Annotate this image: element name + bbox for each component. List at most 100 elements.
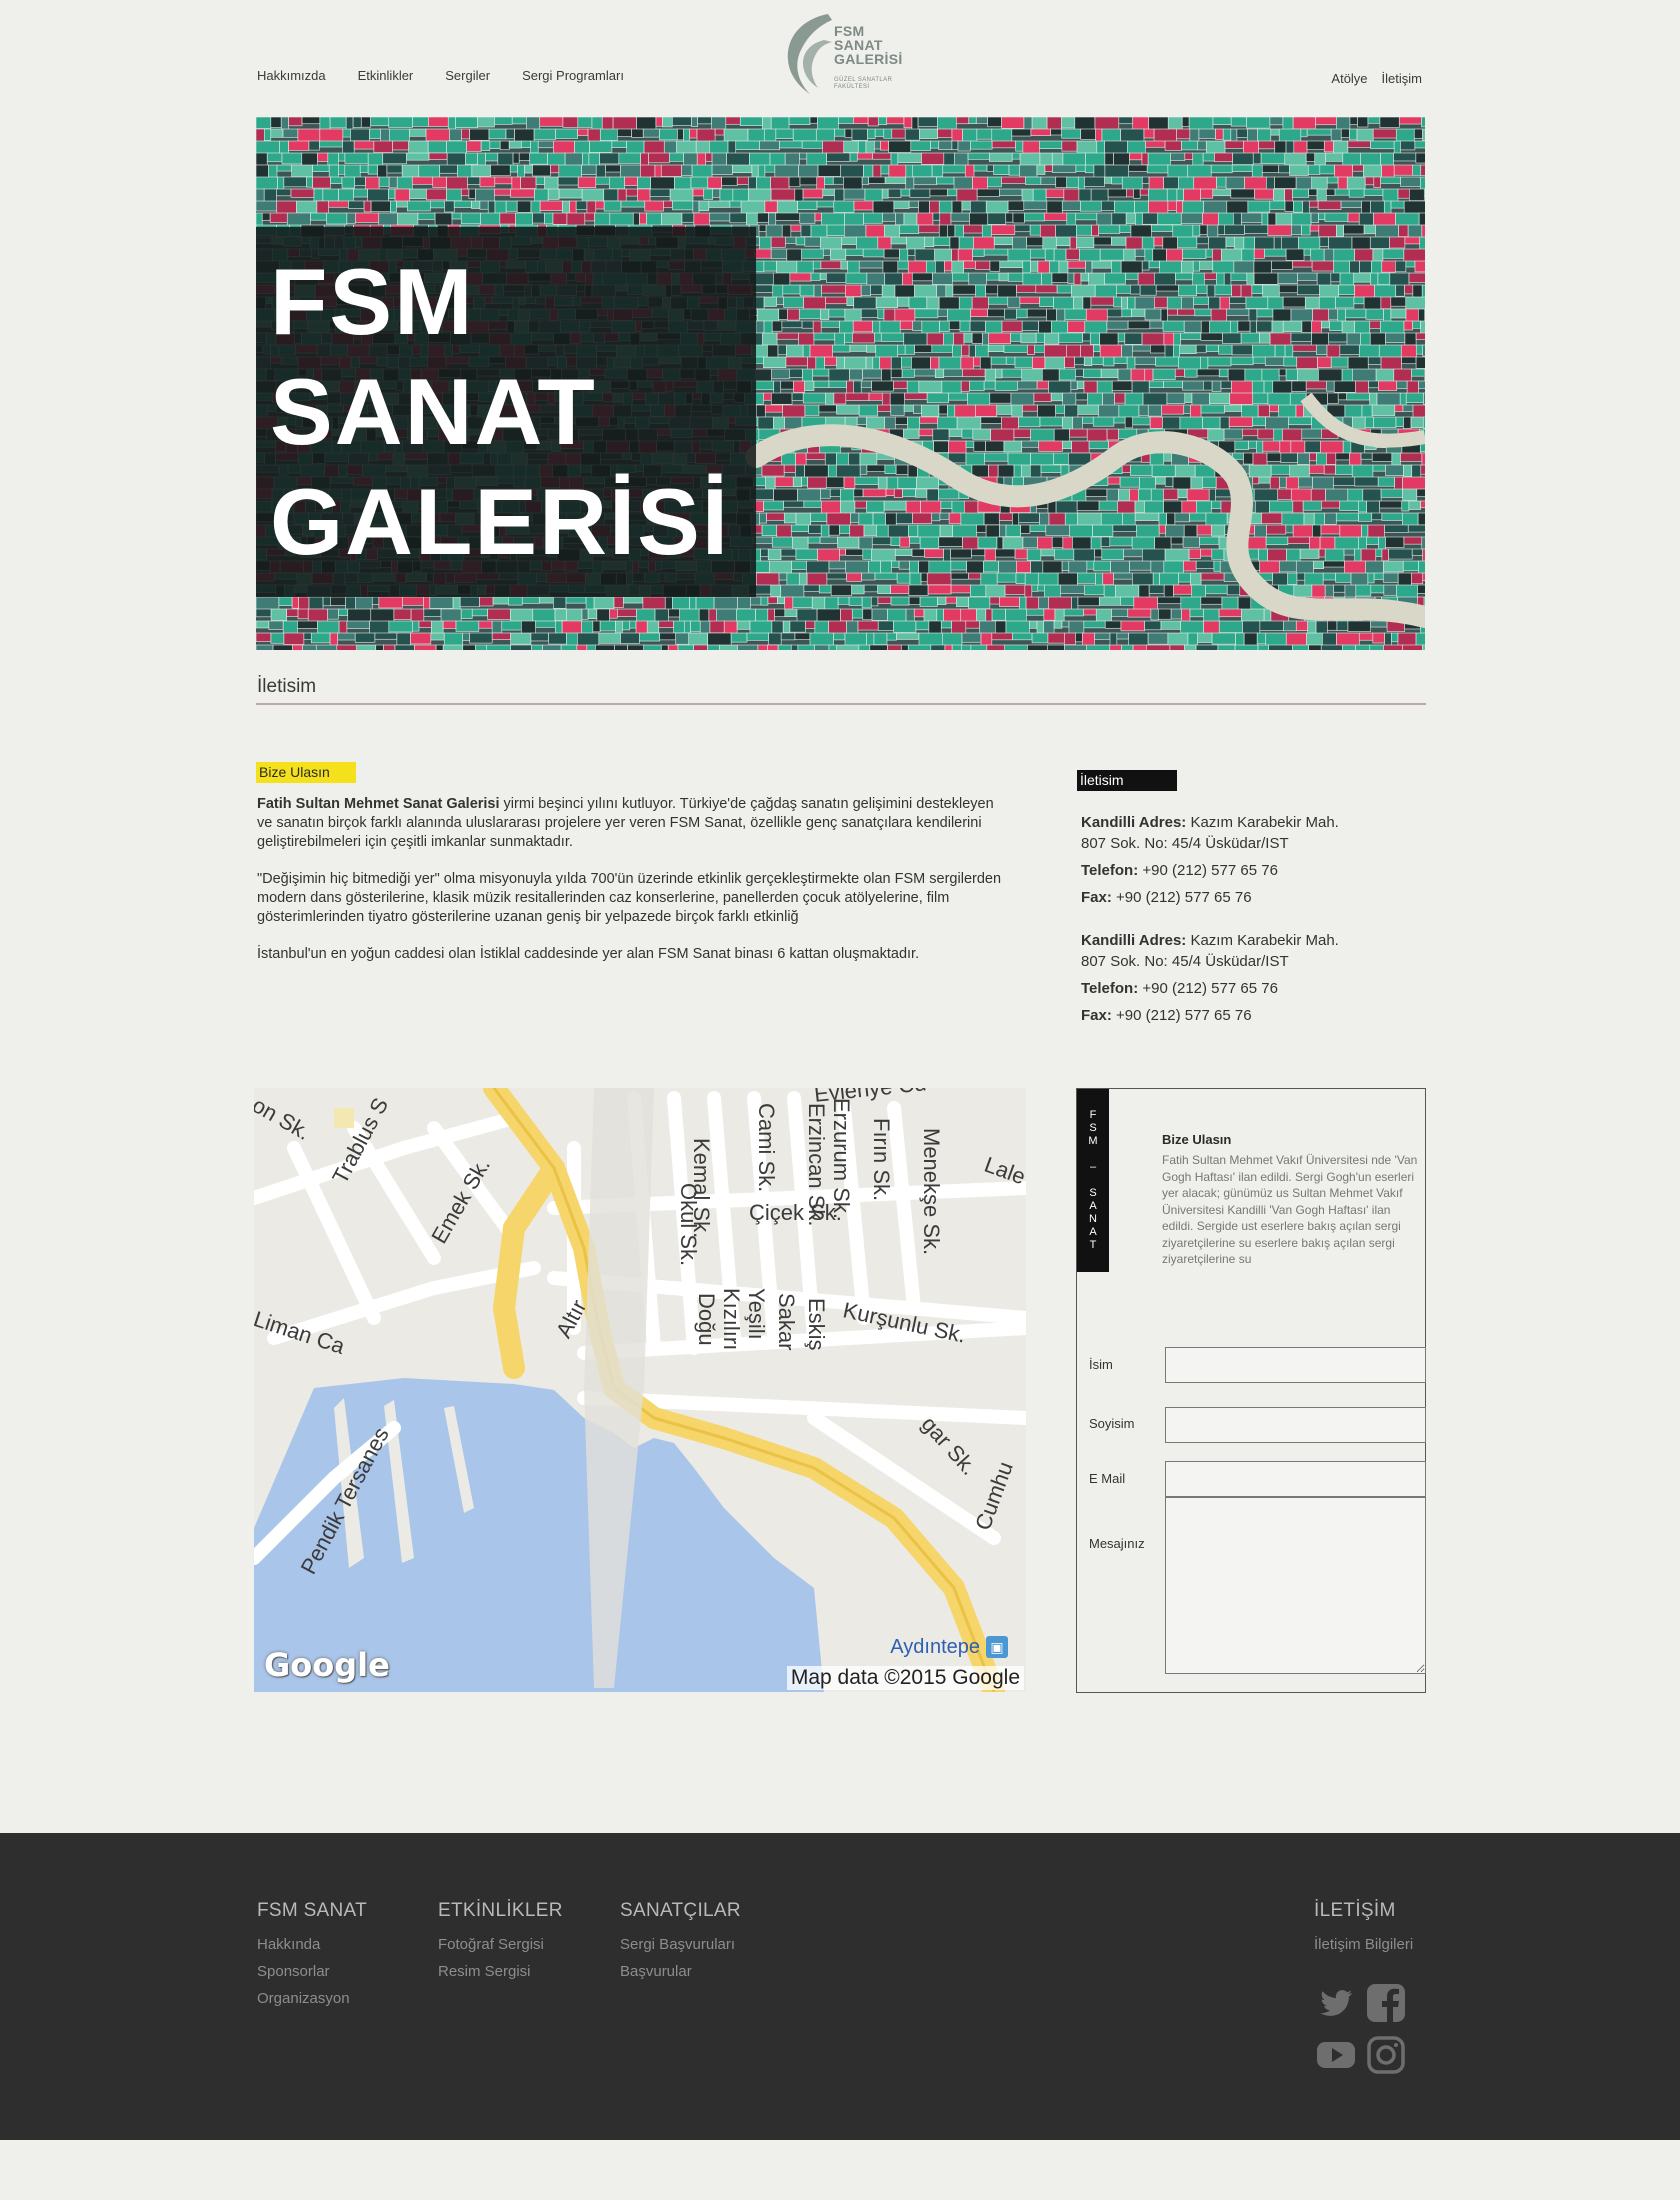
contact-address: Kandilli Adres: Kazım Karabekir Mah. 807 … xyxy=(1081,812,1401,854)
hero-title-line-2: SANAT xyxy=(270,359,597,464)
street-label: Eskiş xyxy=(804,1298,829,1351)
street-label: Menekşe Sk. xyxy=(919,1128,944,1256)
youtube-icon[interactable] xyxy=(1316,2035,1356,2075)
footer-link[interactable]: Resim Sergisi xyxy=(438,1963,563,1980)
street-label: Okul Sk. xyxy=(676,1183,701,1267)
footer-link[interactable]: Sergi Başvuruları xyxy=(620,1936,741,1953)
fax-value: +90 (212) 577 65 76 xyxy=(1111,889,1252,906)
nav-iletisim[interactable]: İletişim xyxy=(1382,71,1422,86)
contact-phone: Telefon: +90 (212) 577 65 76 xyxy=(1081,862,1401,879)
name-label: İsim xyxy=(1089,1357,1113,1372)
fsm-logo[interactable]: FSM SANAT GALERİSİ GÜZEL SANATLAR FAKÜLT… xyxy=(776,10,906,102)
phone-value: +90 (212) 577 65 76 xyxy=(1138,980,1278,997)
contact-address: Kandilli Adres: Kazım Karabekir Mah. 807 … xyxy=(1081,930,1401,972)
address-line-2: 807 Sok. No: 45/4 Üsküdar/IST xyxy=(1081,953,1289,970)
section-divider xyxy=(256,703,1426,705)
hero-title-box: FSM SANAT GALERİSİ xyxy=(256,227,756,597)
footer-heading: İLETİŞİM xyxy=(1314,1900,1396,1921)
logo-line-2: SANAT xyxy=(834,37,883,53)
footer-link[interactable]: Başvurular xyxy=(620,1963,741,1980)
nav-sergiler[interactable]: Sergiler xyxy=(445,68,490,83)
contact-block: Kandilli Adres: Kazım Karabekir Mah. 807 … xyxy=(1081,930,1401,1024)
form-heading: Bize Ulasın xyxy=(1162,1132,1232,1147)
main-nav-left: Hakkımızda Etkinlikler Sergiler Sergi Pr… xyxy=(257,68,624,83)
site-footer: FSM SANAT Hakkında Sponsorlar Organizasy… xyxy=(0,1833,1680,2140)
footer-heading: SANATÇILAR xyxy=(620,1900,741,1921)
name-input[interactable] xyxy=(1165,1347,1426,1383)
contact-phone: Telefon: +90 (212) 577 65 76 xyxy=(1081,980,1401,997)
phone-value: +90 (212) 577 65 76 xyxy=(1138,862,1278,879)
street-label: Yeşilı xyxy=(744,1288,769,1340)
street-label: Çiçek Sk. xyxy=(749,1200,842,1225)
footer-link[interactable]: Sponsorlar xyxy=(257,1963,367,1980)
intro-paragraph-3: İstanbul'un en yoğun caddesi olan İstikl… xyxy=(257,946,920,962)
twitter-icon[interactable] xyxy=(1316,1983,1356,2023)
page-title: İletisim xyxy=(257,676,317,697)
phone-label: Telefon: xyxy=(1081,862,1139,879)
surname-input[interactable] xyxy=(1165,1407,1426,1443)
email-label: E Mail xyxy=(1089,1471,1126,1486)
map-place-label: Aydıntepe xyxy=(890,1636,980,1658)
fax-label: Fax: xyxy=(1081,889,1112,906)
contact-us-badge: Bize Ulasın xyxy=(256,762,356,783)
email-input[interactable] xyxy=(1165,1461,1426,1497)
hero-banner: FSM SANAT GALERİSİ xyxy=(256,117,1425,650)
logo-swoosh-icon xyxy=(787,14,832,94)
address-line-2: 807 Sok. No: 45/4 Üsküdar/IST xyxy=(1081,835,1289,852)
footer-column: ETKİNLİKLER Fotoğraf Sergisi Resim Sergi… xyxy=(438,1900,563,1990)
nav-atolye[interactable]: Atölye xyxy=(1331,71,1367,86)
intro-paragraph-1: Fatih Sultan Mehmet Sanat Galerisi yirmi… xyxy=(257,795,1007,852)
form-description: Fatih Sultan Mehmet Vakıf Üniversitesi n… xyxy=(1162,1153,1418,1266)
location-map[interactable]: on Sk. Trablus S Emek Sk. Kemal Sk. Cami… xyxy=(254,1088,1026,1692)
facebook-icon[interactable] xyxy=(1366,1983,1406,2023)
instagram-icon[interactable] xyxy=(1366,2035,1406,2075)
street-label: Cami Sk. xyxy=(754,1103,779,1193)
street-label: Fırın Sk. xyxy=(869,1118,894,1202)
address-line-1: Kazım Karabekir Mah. xyxy=(1186,814,1339,831)
bus-stop-icon: ▣ xyxy=(986,1636,1008,1658)
address-label: Kandilli Adres: xyxy=(1081,814,1187,831)
footer-column: FSM SANAT Hakkında Sponsorlar Organizasy… xyxy=(257,1900,367,2017)
logo-subtitle: GÜZEL SANATLAR FAKÜLTESİ xyxy=(834,77,893,90)
intro-text: Fatih Sultan Mehmet Sanat Galerisi yirmi… xyxy=(257,795,1007,982)
contact-info-badge: İletisim xyxy=(1077,770,1177,791)
message-textarea[interactable] xyxy=(1165,1497,1426,1674)
street-label: Doğu xyxy=(694,1293,719,1346)
contact-block: Kandilli Adres: Kazım Karabekir Mah. 807 … xyxy=(1081,812,1401,906)
google-logo: Google xyxy=(264,1646,390,1684)
address-label: Kandilli Adres: xyxy=(1081,932,1187,949)
footer-link[interactable]: Organizasyon xyxy=(257,1990,367,2007)
contact-form: FSM – SANAT Bize Ulasın Fatih Sultan Meh… xyxy=(1076,1088,1426,1693)
fax-value: +90 (212) 577 65 76 xyxy=(1111,1007,1252,1024)
footer-heading: ETKİNLİKLER xyxy=(438,1900,563,1921)
footer-heading: FSM SANAT xyxy=(257,1900,368,1921)
nav-etkinlikler[interactable]: Etkinlikler xyxy=(358,68,414,83)
intro-paragraph-2: "Değişimin hiç bitmediği yer" olma misyo… xyxy=(257,871,1002,925)
form-vertical-tag: FSM – SANAT xyxy=(1077,1089,1109,1272)
logo-line-3: GALERİSİ xyxy=(834,51,903,67)
street-label: Sakar xyxy=(774,1293,799,1351)
fax-label: Fax: xyxy=(1081,1007,1112,1024)
contact-fax: Fax: +90 (212) 577 65 76 xyxy=(1081,889,1401,906)
social-links xyxy=(1316,1983,1405,2093)
nav-hakkimizda[interactable]: Hakkımızda xyxy=(257,68,326,83)
hero-title: FSM SANAT GALERİSİ xyxy=(270,247,730,577)
map-attribution[interactable]: Map data ©2015 Google xyxy=(786,1666,1024,1690)
hero-title-line-1: FSM xyxy=(270,249,475,354)
phone-label: Telefon: xyxy=(1081,980,1139,997)
footer-link[interactable]: Fotoğraf Sergisi xyxy=(438,1936,563,1953)
street-label: Kızılırı xyxy=(719,1288,744,1351)
main-nav-right: Atölye İletişim xyxy=(1331,71,1422,86)
footer-column: SANATÇILAR Sergi Başvuruları Başvurular xyxy=(620,1900,741,1990)
contact-info: Kandilli Adres: Kazım Karabekir Mah. 807 … xyxy=(1081,812,1401,1038)
footer-column: İLETİŞİM İletişim Bilgileri xyxy=(1314,1900,1413,1963)
footer-link[interactable]: İletişim Bilgileri xyxy=(1314,1936,1413,1953)
footer-link[interactable]: Hakkında xyxy=(257,1936,367,1953)
nav-sergi-programlari[interactable]: Sergi Programları xyxy=(522,68,624,83)
contact-fax: Fax: +90 (212) 577 65 76 xyxy=(1081,1007,1401,1024)
map-tiles xyxy=(254,1088,1026,1692)
logo-line-1: FSM xyxy=(834,23,865,39)
message-label: Mesajınız xyxy=(1089,1536,1145,1551)
address-line-1: Kazım Karabekir Mah. xyxy=(1186,932,1339,949)
surname-label: Soyisim xyxy=(1089,1416,1135,1431)
